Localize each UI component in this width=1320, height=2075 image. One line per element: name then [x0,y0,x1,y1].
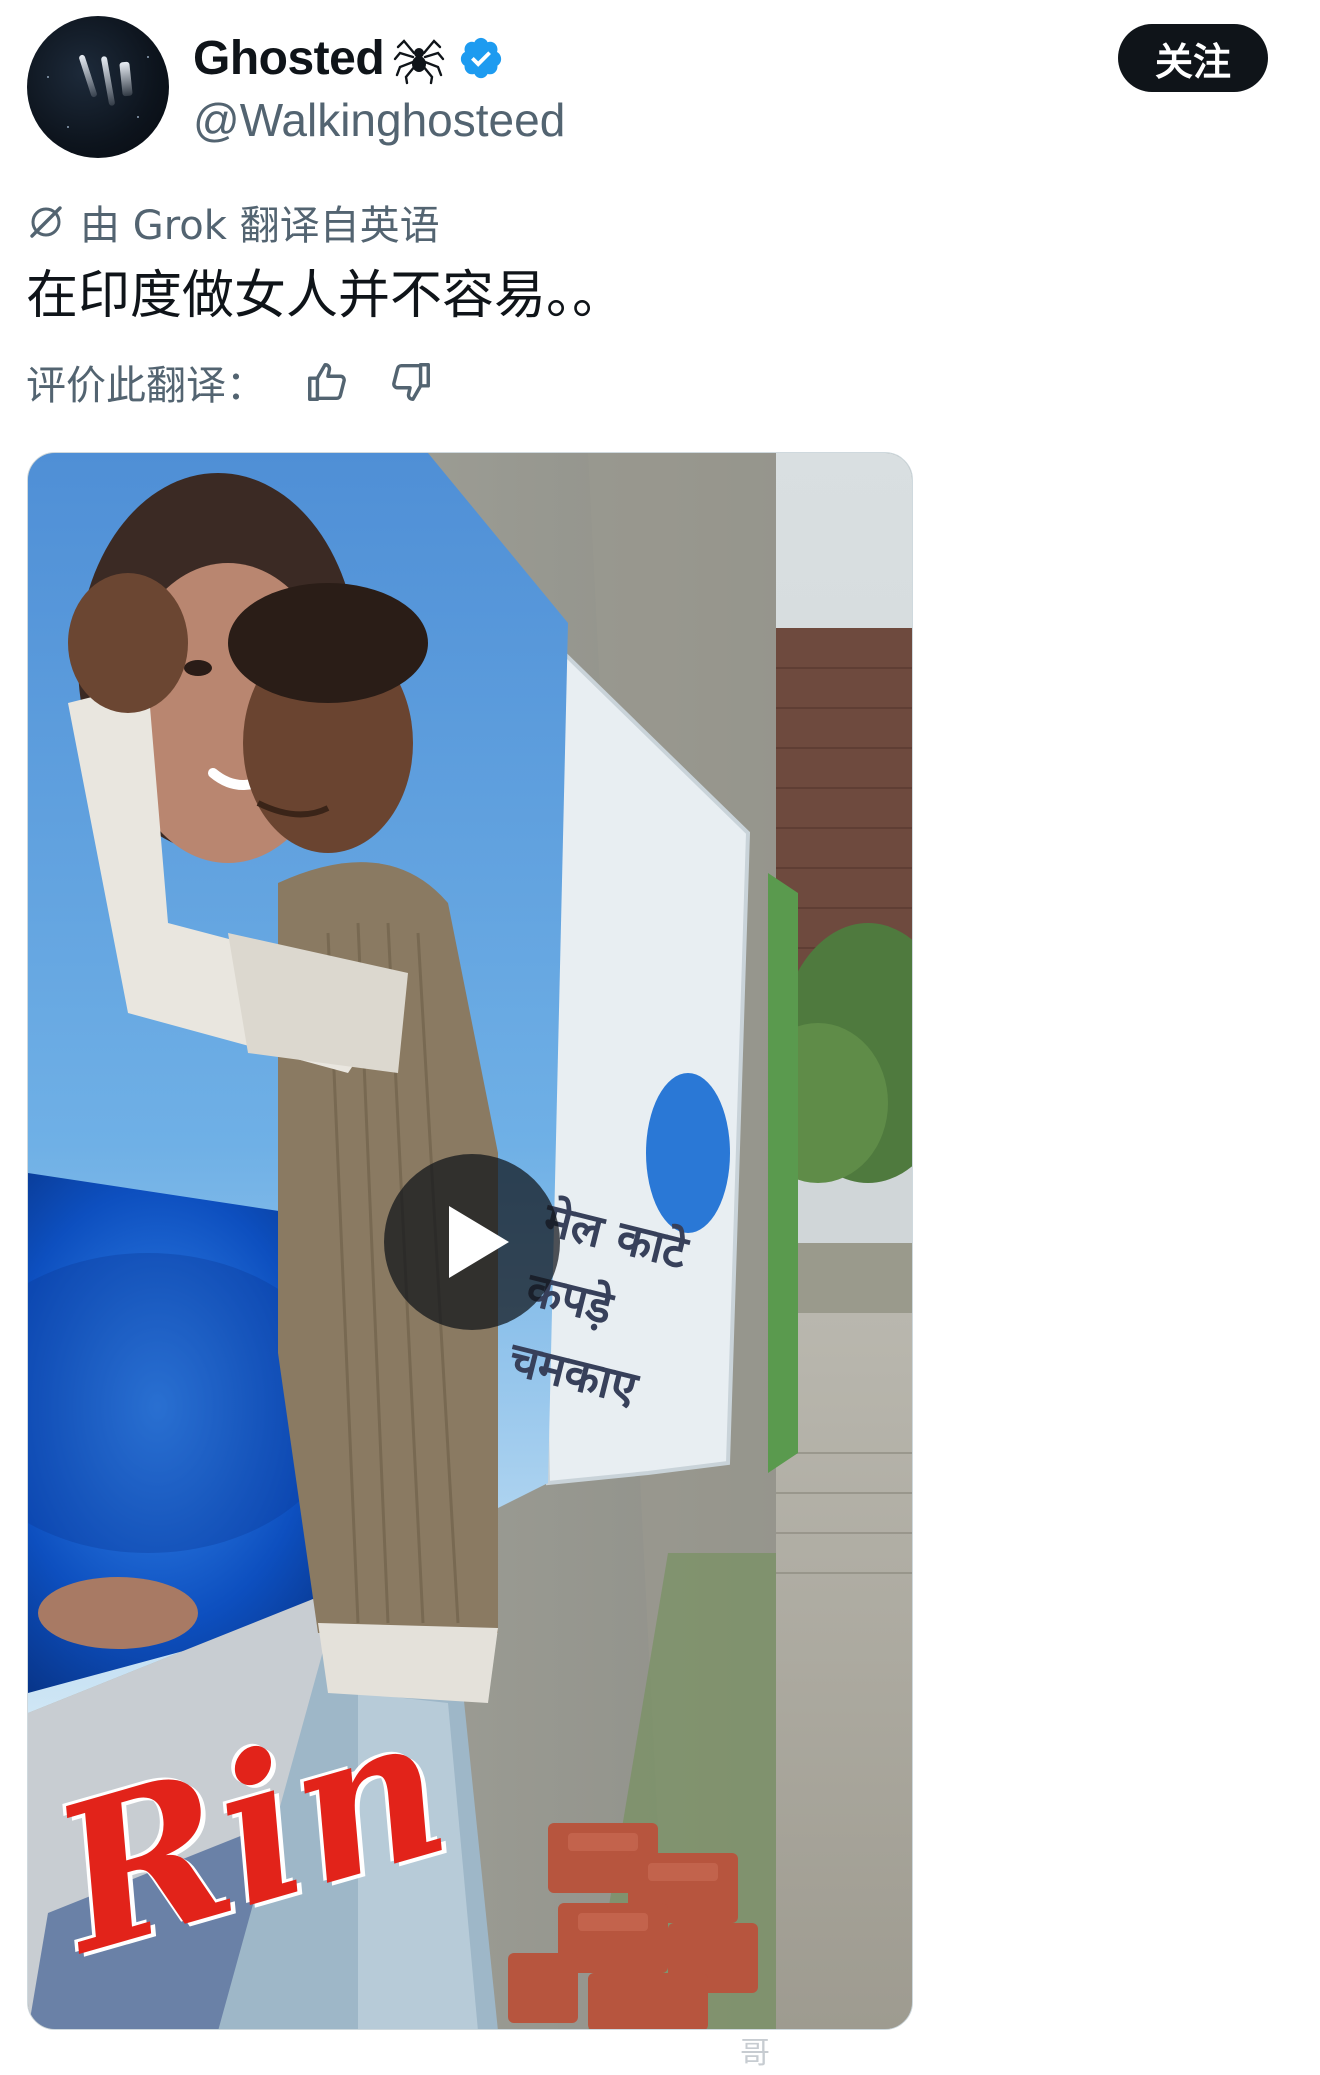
play-button[interactable] [384,1154,560,1330]
spider-icon [393,39,445,85]
rate-translation-label: 评价此翻译： [26,363,266,409]
avatar-streak [119,61,133,97]
author-handle[interactable]: @Walkinghosteed [193,92,565,148]
avatar-star [47,76,49,78]
watermark: 哥 [740,2036,770,2071]
avatar-streak [78,54,98,98]
avatar-star [147,56,149,58]
video-player[interactable]: मेल काटे कपड़े चमकाए Rin [27,452,913,2030]
avatar-star [67,126,69,128]
tweet-page: Ghosted @Walkinghosteed 关注 由 Grok 翻译自英语 … [0,0,1320,2075]
thumbs-down-icon [392,363,430,401]
thumbs-up-button[interactable] [300,355,354,409]
translation-attribution: 由 Grok 翻译自英语 [26,196,440,249]
verified-badge-icon [461,37,502,79]
thumbs-up-icon [308,363,346,401]
thumbs-down-button[interactable] [384,355,438,409]
follow-button[interactable]: 关注 [1118,24,1268,92]
rate-translation: 评价此翻译： [26,354,468,410]
avatar[interactable] [27,16,169,158]
avatar-star [137,116,139,118]
play-icon [449,1206,509,1278]
avatar-streak [100,55,116,107]
translation-attribution-text: 由 Grok 翻译自英语 [80,203,440,249]
author-name-row[interactable]: Ghosted [193,28,504,88]
author-display-name[interactable]: Ghosted [193,31,385,86]
tweet-text: 在印度做女人并不容易。。 [26,266,625,326]
grok-icon [30,206,62,238]
